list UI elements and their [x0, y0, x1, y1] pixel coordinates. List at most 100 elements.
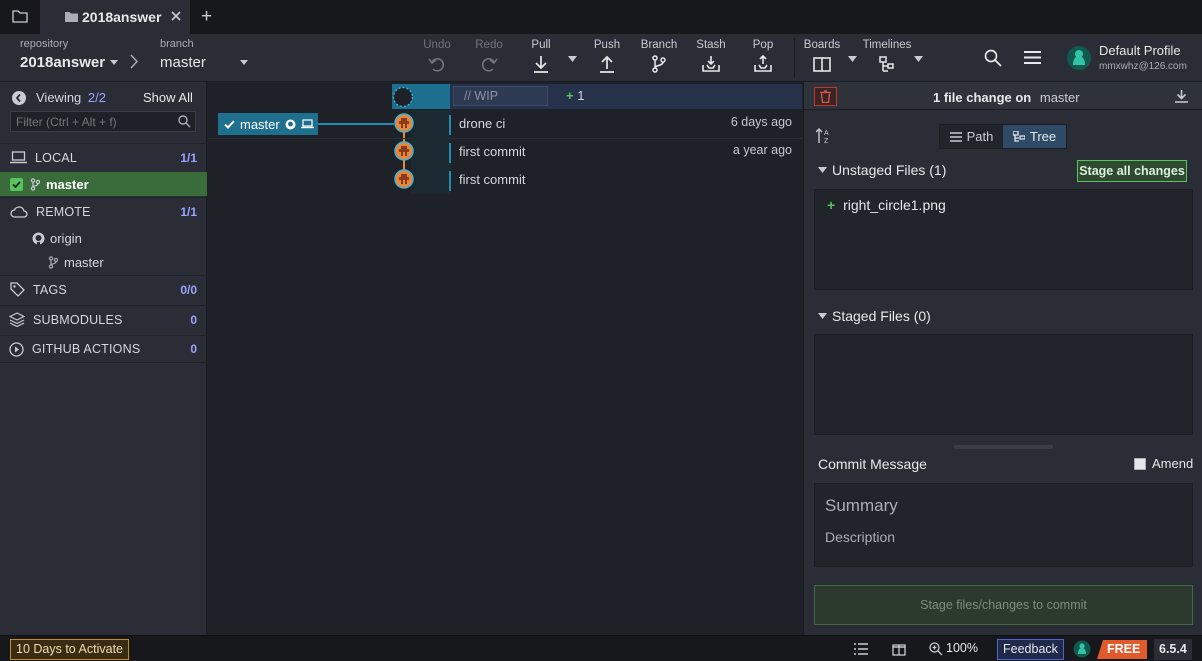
- gift-icon[interactable]: [892, 642, 906, 656]
- remote-branch-master[interactable]: master: [0, 250, 207, 274]
- pull-options-chevron-icon[interactable]: [568, 56, 577, 62]
- undo-button[interactable]: Undo: [412, 39, 462, 79]
- local-branch-master[interactable]: master: [0, 172, 207, 196]
- pull-icon: [534, 56, 548, 73]
- summary-input[interactable]: Summary: [825, 496, 898, 516]
- commit-row[interactable]: drone ci 6 days ago: [208, 110, 802, 138]
- path-view-button[interactable]: Path: [940, 125, 1003, 148]
- redo-button[interactable]: Redo: [464, 39, 514, 79]
- menu-icon[interactable]: [1024, 50, 1041, 65]
- section-local[interactable]: LOCAL 1/1: [0, 143, 207, 171]
- branch-button[interactable]: Branch: [634, 39, 684, 79]
- commit-time: a year ago: [732, 143, 792, 157]
- back-circle-icon[interactable]: [12, 91, 26, 105]
- section-tags-count: 0/0: [180, 282, 197, 297]
- profile-name[interactable]: Default Profile: [1099, 43, 1181, 58]
- amend-label: Amend: [1152, 456, 1194, 471]
- pop-label: Pop: [752, 39, 774, 51]
- section-remote-name: REMOTE: [36, 204, 91, 219]
- wip-added-count: + 1: [566, 88, 584, 103]
- timelines-button[interactable]: Timelines: [862, 39, 912, 79]
- unstaged-files-list: + right_circle1.png: [814, 189, 1193, 290]
- profile-avatar[interactable]: [1066, 45, 1092, 71]
- commit-row[interactable]: first commit: [208, 166, 802, 194]
- filter-input-wrapper: [10, 111, 196, 132]
- redo-label: Redo: [475, 39, 503, 51]
- viewing-label: Viewing 2/2: [36, 90, 106, 105]
- section-submodules-name: SUBMODULES: [33, 312, 123, 327]
- commit-row[interactable]: first commit a year ago: [208, 138, 802, 166]
- section-github-actions[interactable]: GITHUB ACTIONS 0: [0, 335, 207, 363]
- push-button[interactable]: Push: [582, 39, 632, 79]
- push-label: Push: [593, 39, 621, 51]
- zoom-icon[interactable]: [929, 642, 943, 656]
- new-tab-button[interactable]: +: [201, 6, 212, 28]
- play-circle-icon: [9, 341, 24, 357]
- repo-tab[interactable]: 2018answer: [40, 0, 190, 34]
- section-tags[interactable]: TAGS 0/0: [0, 275, 207, 303]
- pull-button[interactable]: Pull: [516, 39, 566, 79]
- boards-button[interactable]: Boards: [797, 39, 847, 79]
- unstaged-file-row[interactable]: + right_circle1.png: [827, 197, 946, 213]
- amend-checkbox-box[interactable]: [1134, 457, 1146, 470]
- branch-icon: [48, 255, 58, 269]
- timelines-chevron-icon[interactable]: [914, 56, 923, 62]
- wip-input[interactable]: // WIP: [453, 86, 548, 106]
- resize-handle[interactable]: [954, 445, 1053, 449]
- tree-view-button[interactable]: Tree: [1003, 125, 1066, 148]
- checked-checkbox-icon: [10, 177, 23, 191]
- section-remote-count: 1/1: [180, 204, 197, 219]
- filter-input[interactable]: [11, 112, 176, 131]
- free-label: FREE: [1107, 642, 1141, 656]
- folder-icon[interactable]: [12, 9, 28, 23]
- stage-all-button[interactable]: Stage all changes: [1077, 160, 1187, 182]
- layers-icon: [9, 312, 25, 327]
- commit-button[interactable]: Stage files/changes to commit: [814, 585, 1193, 625]
- wip-row[interactable]: // WIP + 1: [208, 84, 802, 109]
- branch-selector[interactable]: master: [160, 54, 248, 71]
- commit-graph-cell: [411, 166, 451, 194]
- chevron-down-icon: [110, 60, 119, 65]
- staged-header[interactable]: Staged Files (0): [818, 308, 931, 324]
- pop-button[interactable]: Pop: [738, 39, 788, 79]
- sort-az-icon[interactable]: AZ: [816, 127, 833, 144]
- search-icon[interactable]: [984, 49, 1002, 67]
- activate-badge[interactable]: 10 Days to Activate: [10, 639, 130, 660]
- boards-chevron-icon[interactable]: [848, 56, 857, 62]
- chevron-down-icon: [818, 167, 827, 173]
- viewing-text: Viewing: [36, 90, 82, 105]
- filter-search-icon: [178, 115, 191, 128]
- unstaged-header[interactable]: Unstaged Files (1): [818, 162, 946, 178]
- unstaged-label: Unstaged Files (1): [832, 162, 947, 178]
- close-tab-icon[interactable]: [170, 10, 182, 22]
- redo-icon: [481, 58, 498, 72]
- amend-checkbox[interactable]: Amend: [1134, 456, 1193, 471]
- discard-changes-button[interactable]: [814, 87, 837, 106]
- tab-folder-icon: [65, 11, 78, 22]
- pop-icon: [754, 54, 772, 72]
- unstaged-file-name: right_circle1.png: [843, 197, 946, 213]
- free-badge[interactable]: FREE: [1097, 640, 1147, 659]
- list-icon: [949, 131, 962, 142]
- undo-icon: [428, 58, 445, 72]
- file-change-text: 1 file change on: [933, 90, 1032, 105]
- commit-graph-cell: [411, 110, 451, 138]
- section-submodules[interactable]: SUBMODULES 0: [0, 305, 207, 333]
- branch-name: master: [160, 54, 206, 71]
- laptop-icon: [10, 151, 27, 164]
- section-remote[interactable]: REMOTE 1/1: [0, 197, 207, 225]
- list-view-icon[interactable]: [854, 643, 868, 655]
- repository-selector[interactable]: 2018answer: [20, 54, 119, 71]
- show-all-button[interactable]: Show All: [143, 90, 193, 105]
- branch-button-label: Branch: [640, 39, 678, 51]
- download-icon[interactable]: [1175, 89, 1188, 103]
- boards-icon: [813, 57, 831, 72]
- feedback-button[interactable]: Feedback: [997, 639, 1064, 660]
- stash-button[interactable]: Stash: [686, 39, 736, 79]
- stash-label: Stash: [696, 39, 726, 51]
- section-local-count: 1/1: [180, 150, 197, 165]
- pull-label: Pull: [531, 39, 551, 51]
- zoom-level[interactable]: 100%: [946, 641, 978, 655]
- remote-origin[interactable]: origin: [0, 226, 207, 250]
- description-input[interactable]: Description: [825, 529, 895, 545]
